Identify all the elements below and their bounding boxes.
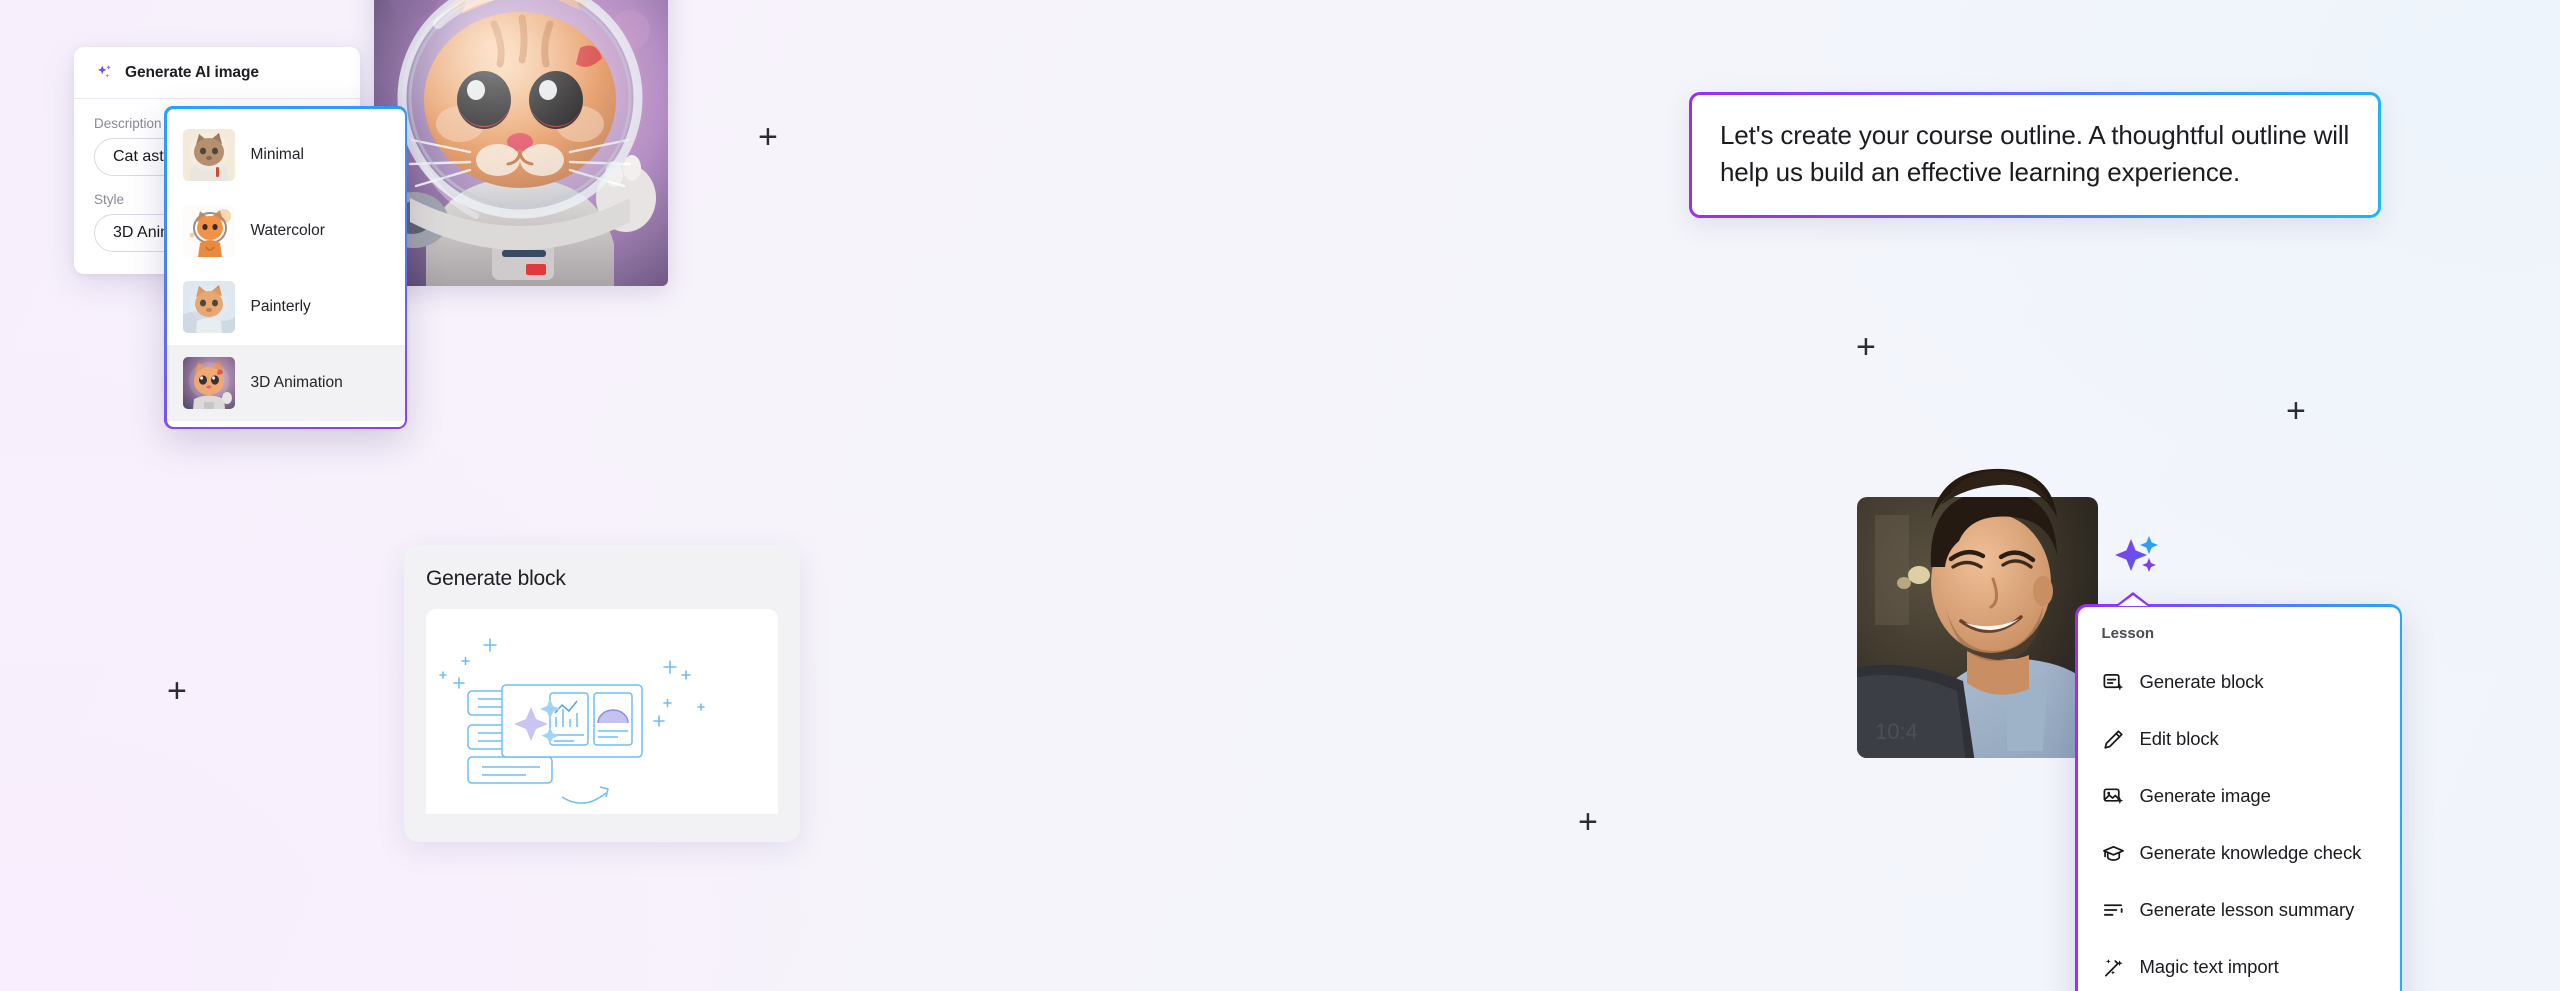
- menu-item-label: Generate block: [2139, 671, 2264, 692]
- style-option-watercolor[interactable]: Watercolor: [167, 193, 405, 269]
- pencil-icon: [2102, 728, 2125, 751]
- canvas-plus-marker[interactable]: +: [167, 674, 187, 708]
- generate-block-illustration: [426, 609, 778, 814]
- lesson-menu-body: Lesson Generate block Edit block Generat…: [2077, 606, 2400, 991]
- panel-title: Generate AI image: [125, 63, 259, 81]
- style-thumbnail-minimal: [182, 128, 235, 181]
- menu-item-generate-block[interactable]: Generate block: [2078, 654, 2400, 711]
- menu-item-generate-knowledge-check[interactable]: Generate knowledge check: [2078, 825, 2400, 882]
- generate-block-card[interactable]: Generate block: [404, 545, 800, 842]
- style-options-list: Minimal Watercolor Painterly 3D Animatio…: [166, 108, 405, 427]
- generate-image-icon: [2102, 785, 2125, 808]
- canvas-plus-marker[interactable]: +: [1856, 330, 1876, 364]
- menu-item-generate-lesson-summary[interactable]: Generate lesson summary: [2078, 882, 2400, 939]
- sparkle-icon: [94, 63, 114, 83]
- style-option-3d-animation[interactable]: 3D Animation: [166, 344, 405, 421]
- lesson-photo-man-at-laptop: 10:4: [1857, 455, 2098, 758]
- style-option-label: Painterly: [250, 297, 311, 315]
- canvas-plus-marker[interactable]: +: [1578, 805, 1598, 839]
- menu-item-edit-block[interactable]: Edit block: [2078, 711, 2400, 768]
- menu-item-generate-image[interactable]: Generate image: [2078, 768, 2400, 825]
- menu-item-label: Generate lesson summary: [2139, 899, 2355, 920]
- generate-block-icon: [2102, 671, 2125, 694]
- menu-item-label: Magic text import: [2139, 956, 2279, 977]
- speech-bubble-body: Let's create your course outline. A thou…: [1692, 95, 2378, 215]
- style-option-label: 3D Animation: [250, 373, 343, 391]
- style-option-label: Watercolor: [250, 221, 325, 239]
- summary-lines-icon: [2102, 899, 2125, 922]
- lesson-menu-heading: Lesson: [2101, 624, 2155, 642]
- style-thumbnail-3d-animation: [182, 356, 235, 409]
- panel-header: Generate AI image: [74, 47, 360, 99]
- canvas-plus-marker[interactable]: +: [2286, 394, 2306, 428]
- generated-cat-astronaut-image: [374, 0, 668, 286]
- menu-item-magic-text-import[interactable]: Magic text import: [2078, 939, 2400, 991]
- design-canvas: + + + + + Generate AI image Description …: [0, 0, 2560, 991]
- ai-sparkle-icon[interactable]: [2114, 532, 2160, 578]
- canvas-plus-marker[interactable]: +: [758, 120, 778, 154]
- style-option-minimal[interactable]: Minimal: [167, 117, 405, 193]
- generate-block-title: Generate block: [426, 567, 566, 590]
- svg-text:10:4: 10:4: [1875, 719, 1918, 744]
- speech-bubble-text: Let's create your course outline. A thou…: [1720, 120, 2350, 187]
- style-options-dropdown[interactable]: Minimal Watercolor Painterly 3D Animatio…: [164, 106, 407, 429]
- menu-item-label: Edit block: [2139, 728, 2219, 749]
- menu-item-label: Generate knowledge check: [2139, 842, 2362, 863]
- style-option-label: Minimal: [250, 145, 304, 163]
- ai-assistant-speech-bubble: Let's create your course outline. A thou…: [1689, 92, 2381, 218]
- lesson-context-menu: Lesson Generate block Edit block Generat…: [2075, 592, 2402, 991]
- menu-item-label: Generate image: [2139, 785, 2271, 806]
- style-thumbnail-painterly: [182, 280, 235, 333]
- graduation-cap-icon: [2102, 842, 2125, 865]
- style-option-painterly[interactable]: Painterly: [167, 269, 405, 345]
- magic-wand-icon: [2102, 956, 2125, 979]
- style-thumbnail-watercolor: [182, 204, 235, 257]
- menu-pointer-arrow: [2115, 592, 2151, 606]
